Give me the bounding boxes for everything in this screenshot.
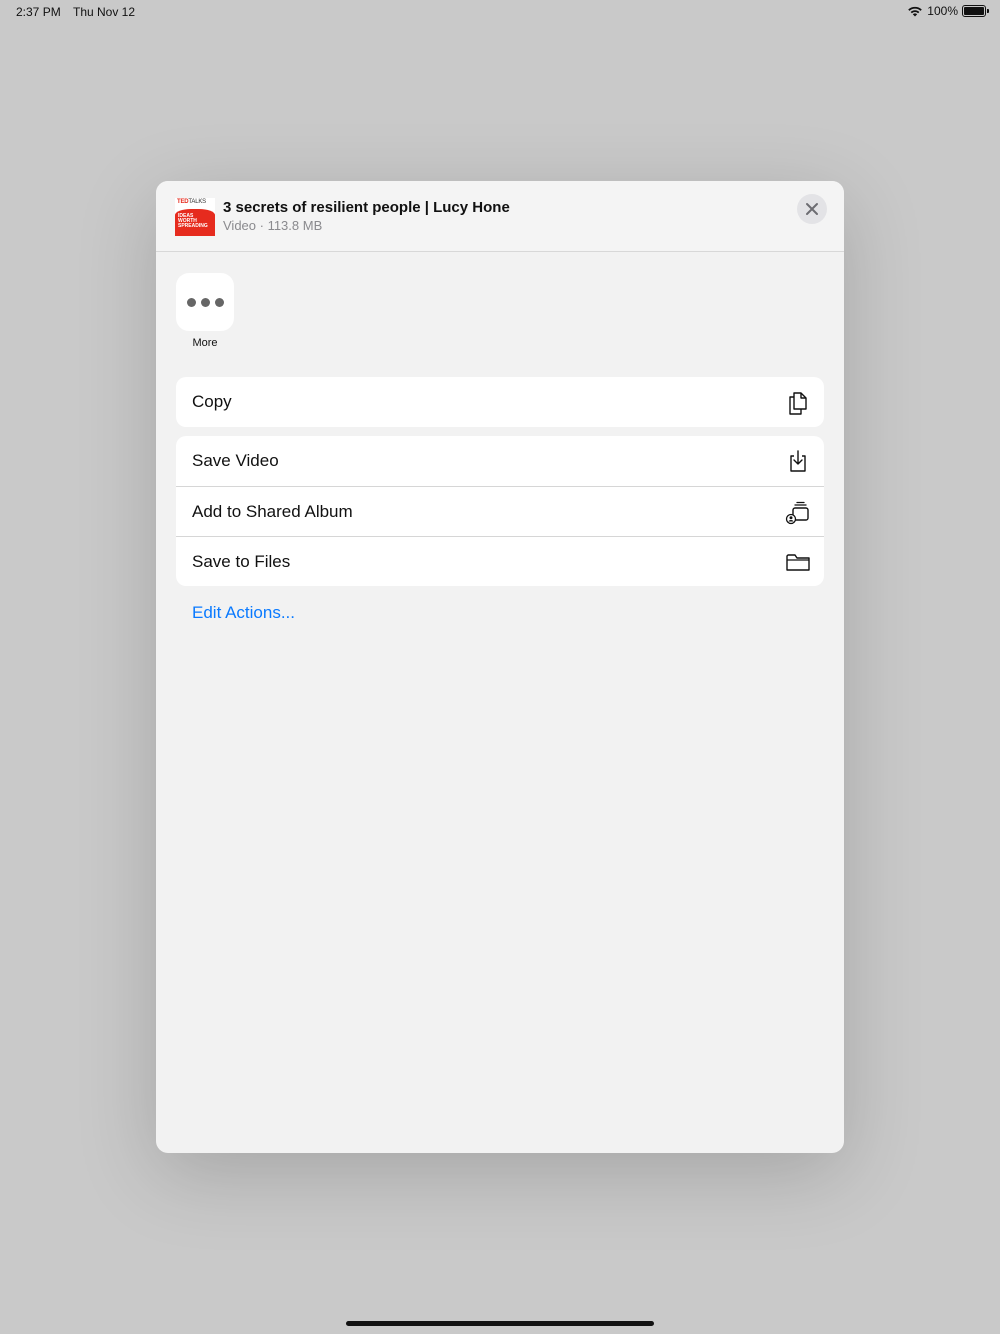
more-app-button[interactable]: More xyxy=(176,273,234,349)
thumbnail-tagline: IDEAS WORTH SPREADING xyxy=(178,213,208,229)
status-time: 2:37 PM xyxy=(16,5,61,19)
share-title: 3 secrets of resilient people | Lucy Hon… xyxy=(223,199,510,216)
save-to-files-label: Save to Files xyxy=(192,551,291,571)
copy-icon xyxy=(789,392,807,415)
save-to-files-action[interactable]: Save to Files xyxy=(176,536,824,586)
action-group-copy: Copy xyxy=(176,377,824,427)
save-video-action[interactable]: Save Video xyxy=(176,436,824,486)
status-date: Thu Nov 12 xyxy=(73,5,136,19)
add-to-shared-album-action[interactable]: Add to Shared Album xyxy=(176,486,824,536)
wifi-icon xyxy=(908,6,923,17)
battery-icon xyxy=(962,5,989,17)
shared-album-icon xyxy=(785,501,809,524)
battery-percent: 100% xyxy=(927,4,958,18)
thumbnail-brand: TEDTALKS xyxy=(177,199,206,205)
save-download-icon xyxy=(790,450,806,472)
status-bar: 2:37 PM Thu Nov 12 100% xyxy=(0,0,1000,24)
more-label: More xyxy=(192,337,218,349)
action-group-save: Save Video Add to Shared Album Save to F… xyxy=(176,436,824,586)
status-indicators: 100% xyxy=(907,4,989,18)
add-to-shared-album-label: Add to Shared Album xyxy=(192,501,353,521)
copy-action[interactable]: Copy xyxy=(176,377,824,427)
share-subtitle: Video · 113.8 MB xyxy=(223,218,323,233)
copy-label: Copy xyxy=(192,392,232,411)
close-button[interactable] xyxy=(797,194,827,224)
folder-icon xyxy=(786,553,810,571)
share-sheet-header: TEDTALKS IDEAS WORTH SPREADING 3 secrets… xyxy=(156,181,844,252)
save-video-label: Save Video xyxy=(192,451,279,470)
share-sheet: TEDTALKS IDEAS WORTH SPREADING 3 secrets… xyxy=(156,181,844,1153)
close-icon xyxy=(806,203,818,215)
edit-actions-link[interactable]: Edit Actions... xyxy=(192,603,295,623)
home-indicator[interactable] xyxy=(346,1321,654,1326)
more-icon xyxy=(176,273,234,331)
video-thumbnail: TEDTALKS IDEAS WORTH SPREADING xyxy=(175,198,215,236)
